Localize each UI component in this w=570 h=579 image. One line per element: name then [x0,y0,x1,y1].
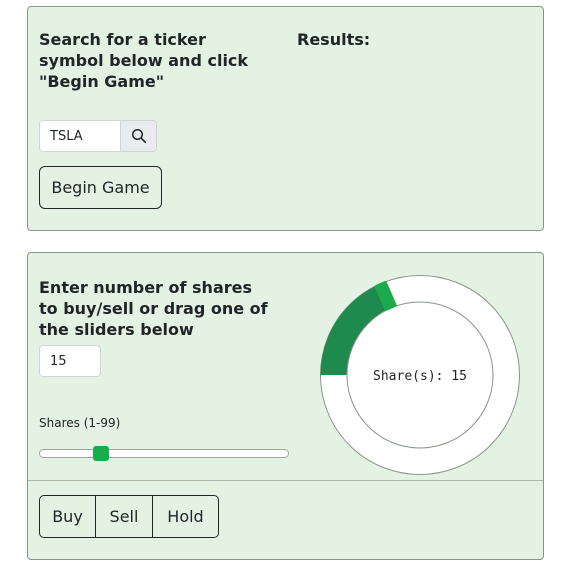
search-icon [131,128,146,143]
results-heading: Results: [297,30,371,49]
search-heading: Search for a ticker symbol below and cli… [39,30,249,91]
search-button[interactable] [121,120,157,152]
sell-button[interactable]: Sell [96,495,153,538]
ticker-input[interactable] [39,120,121,152]
shares-slider-thumb[interactable] [93,446,109,461]
begin-game-button[interactable]: Begin Game [39,166,162,209]
ticker-search-group [39,120,157,152]
shares-slider-label: Shares (1-99) [39,416,121,430]
shares-slider[interactable] [39,446,289,461]
trade-button-group: Buy Sell Hold [39,495,219,538]
shares-dial[interactable]: Share(s): 15 [320,275,520,475]
card-divider [28,480,543,481]
hold-button[interactable]: Hold [153,495,219,538]
buy-button[interactable]: Buy [39,495,96,538]
shares-heading: Enter number of shares to buy/sell or dr… [39,278,268,339]
dial-share-count: Share(s): 15 [373,369,467,384]
shares-input[interactable] [39,345,101,377]
shares-card: Enter number of shares to buy/sell or dr… [27,252,544,560]
search-card: Search for a ticker symbol below and cli… [27,6,544,231]
